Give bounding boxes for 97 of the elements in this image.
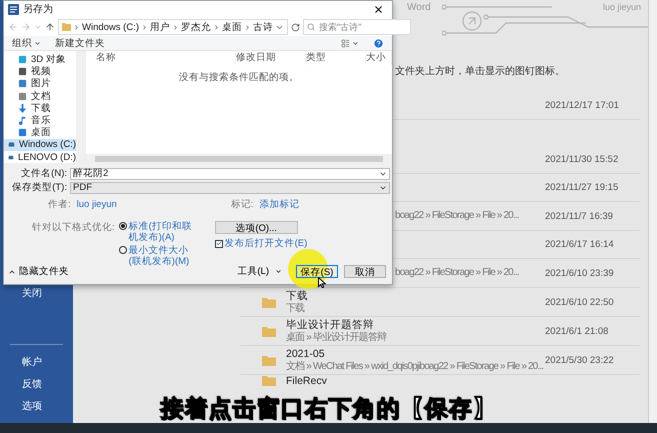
caret-icon xyxy=(275,268,282,276)
nav-item[interactable]: 下载 xyxy=(4,102,76,114)
chevron-icon xyxy=(172,24,180,31)
file-type-dropdown[interactable]: PDF xyxy=(70,182,390,194)
file-path: 文档 » WeChat Files » wxid_dqis0pjiboag22 » FileStorage » File » 20... xyxy=(286,360,544,372)
download-icon xyxy=(18,104,27,113)
view-menu[interactable] xyxy=(341,38,359,48)
arrow-left-icon xyxy=(8,22,18,32)
nav-item[interactable]: LENOVO (D:) xyxy=(4,150,76,164)
options-button[interactable]: 选项(O)... xyxy=(214,221,298,234)
author-link[interactable]: luo jieyun xyxy=(76,199,117,210)
optimize-label: 针对以下格式优化: xyxy=(32,221,115,236)
sidebar-item[interactable]: 帐户 xyxy=(0,351,73,373)
file-name: 2021-05 xyxy=(286,348,326,360)
breadcrumb-item[interactable]: 桌面 xyxy=(222,20,242,34)
refresh-button[interactable] xyxy=(291,22,300,32)
file-path: boag22 » FileStorage » File » 20... xyxy=(395,267,520,279)
arrow-up-icon xyxy=(45,22,55,32)
folder-icon xyxy=(262,326,276,336)
empty-message: 没有与搜索条件匹配的项。 xyxy=(179,72,299,84)
list-view-icon xyxy=(341,38,350,48)
drive-icon xyxy=(8,140,15,150)
organize-menu[interactable]: 组织 xyxy=(12,36,41,50)
folder-icon xyxy=(262,296,276,308)
sidebar-item[interactable]: 选项 xyxy=(0,395,73,417)
tools-menu[interactable]: 工具(L) xyxy=(237,265,282,278)
caret-icon xyxy=(352,40,359,47)
file-date: 2021/11/30 15:52 xyxy=(545,154,620,165)
dialog-title: 另存为 xyxy=(23,2,53,16)
new-folder-button[interactable]: 新建文件夹 xyxy=(55,36,105,50)
breadcrumb-item[interactable]: Windows (C:) xyxy=(82,22,140,33)
cursor-icon xyxy=(318,277,326,288)
nav-item[interactable]: 桌面 xyxy=(4,126,76,139)
radio-option[interactable]: 标准(打印和联机发布)(A) xyxy=(118,221,195,244)
folder-icon xyxy=(262,354,276,366)
breadcrumb-item[interactable]: 用户 xyxy=(150,20,170,34)
nav-item[interactable]: 音乐 xyxy=(4,114,76,127)
search-field[interactable]: 搜索"古诗" xyxy=(303,19,412,36)
subtitle-caption: 接着点击窗口右下角的【保存】 xyxy=(160,397,496,420)
cancel-button[interactable]: 取消 xyxy=(344,265,386,278)
column-header[interactable]: 大小 xyxy=(366,51,392,66)
recent-file-row[interactable]: FileRecv xyxy=(240,375,640,391)
file-date: 2021/12/17 17:01 xyxy=(545,100,620,111)
recent-file-row[interactable]: 毕业设计开题答辩 桌面 » 毕业设计开题答辩 2021/6/1 21:08 xyxy=(240,317,640,346)
address-bar[interactable]: Windows (C:) 用户 罗杰允 桌面 古诗 xyxy=(58,19,288,36)
file-name: FileRecv xyxy=(286,375,328,388)
music-note-icon xyxy=(18,116,27,125)
hide-folders-button[interactable]: 隐藏文件夹 xyxy=(8,265,69,278)
backstage-title: Word xyxy=(407,2,431,13)
file-name-field[interactable]: 醉花阴2 xyxy=(70,168,390,180)
radio-option[interactable]: 最小文件大小(联机发布)(M) xyxy=(118,245,195,268)
sidebar-item[interactable]: 反馈 xyxy=(0,373,73,395)
author-label: 作者: xyxy=(48,198,71,212)
search-icon xyxy=(307,23,316,32)
file-date: 2021/6/10 23:39 xyxy=(545,268,615,278)
file-name: 毕业设计开题答辩 xyxy=(286,318,375,332)
file-path: 下载 xyxy=(286,302,306,314)
recent-file-row[interactable]: 下载 下载 2021/6/10 22:50 xyxy=(240,288,640,317)
user-name: luo jieyun xyxy=(600,2,643,12)
breadcrumb-item[interactable]: 古诗 xyxy=(253,20,274,34)
file-date: 2021/6/17 16:14 xyxy=(545,239,615,250)
refresh-icon xyxy=(291,22,300,32)
folder-icon xyxy=(62,23,71,32)
help-icon[interactable] xyxy=(373,38,384,49)
close-icon xyxy=(373,4,384,15)
field-label: 文件名(N): xyxy=(20,167,68,180)
arrow-right-icon xyxy=(21,22,31,32)
column-header[interactable]: 名称 xyxy=(96,51,236,66)
nav-item[interactable]: 3D 对象 xyxy=(4,53,76,66)
sidebar-item[interactable]: 关闭 xyxy=(0,282,73,304)
file-date: 2021/11/27 19:15 xyxy=(545,182,620,193)
chevron-icon xyxy=(213,24,220,31)
up-button[interactable] xyxy=(45,22,55,32)
recent-file-row[interactable]: 2021-05 文档 » WeChat Files » wxid_dqis0pjiboag22 » FileStorage » File » 20... 2021/5/30 23:22 xyxy=(240,346,640,375)
file-date: 2021/6/10 22:50 xyxy=(545,296,615,308)
file-path: 桌面 » 毕业设计开题答辩 xyxy=(286,332,388,344)
chevron-icon xyxy=(141,24,148,31)
caret-icon xyxy=(34,40,41,47)
hint-text: 文件夹上方时，单击显示的图钉图标。 xyxy=(395,64,565,79)
file-path: boag22 » FileStorage » File » 20... xyxy=(395,210,520,222)
breadcrumb-item[interactable]: 罗杰允 xyxy=(181,20,212,34)
chevron-icon xyxy=(73,24,80,31)
file-date: 2021/6/1 21:08 xyxy=(545,326,610,336)
nav-item[interactable]: 视频 xyxy=(4,66,76,78)
nav-item[interactable]: 图片 xyxy=(4,78,76,90)
column-header[interactable]: 修改日期 xyxy=(236,51,306,66)
nav-item[interactable]: 文档 xyxy=(4,90,76,102)
word-logo-icon xyxy=(8,4,19,15)
nav-item[interactable]: Windows (C:) xyxy=(4,138,76,151)
file-name: 下载 xyxy=(286,290,309,302)
chevron-icon xyxy=(244,24,252,31)
column-header[interactable]: 类型 xyxy=(306,51,366,66)
file-date: 2021/11/7 16:39 xyxy=(545,210,614,222)
drive-icon xyxy=(8,152,14,162)
field-label: 保存类型(T): xyxy=(11,181,68,194)
folder-icon xyxy=(262,375,276,386)
file-date: 2021/5/30 23:22 xyxy=(545,354,615,366)
